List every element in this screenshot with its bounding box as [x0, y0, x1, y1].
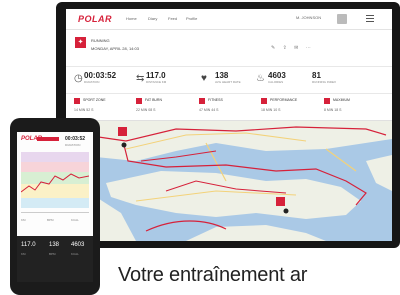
session-header: ✦ RUNNING MONDAY, APRIL 28, 14:03 ✎ ⇪ ✉ … [66, 30, 392, 67]
avatar[interactable] [337, 14, 347, 24]
clock-icon: ◷ [74, 73, 83, 84]
zone-swatch [324, 98, 330, 104]
stat-value: 138 [215, 71, 229, 80]
stat-label: DISTANCE KM [146, 80, 167, 84]
top-nav: POLAR Home Diary Feed Profile M. JOHNSON [66, 9, 392, 30]
phone-main-label: DURATION [65, 143, 81, 147]
stat-value: 4603 [268, 71, 286, 80]
zone-name: MAXIMUM [333, 98, 350, 102]
phone-tab-bar[interactable] [37, 137, 59, 141]
zone-name: FITNESS [208, 98, 223, 102]
phone-label: KM [21, 218, 26, 222]
nav-item-profile[interactable]: Profile [186, 16, 197, 21]
share-tools-icon[interactable]: ✎ ⇪ ✉ ⋯ [271, 45, 314, 51]
phone-dark-label: KM [21, 252, 26, 256]
zone-time: 8 MIN 18 S [324, 108, 342, 112]
zone-time: 22 MIN 08 S [136, 108, 156, 112]
map-pin-icon[interactable] [276, 197, 285, 206]
phone-value: 4603 [71, 242, 85, 248]
heart-icon: ♥ [201, 73, 207, 84]
stat-label: CALORIES [268, 80, 284, 84]
stat-value: 81 [312, 71, 321, 80]
brand-logo[interactable]: POLAR [78, 14, 112, 24]
heart-rate-line [21, 173, 89, 193]
route-end-marker[interactable] [283, 208, 289, 214]
route-start-marker[interactable] [121, 142, 127, 148]
phone-label: BPM [47, 218, 54, 222]
map-pin-icon[interactable] [118, 127, 127, 136]
stat-duration: 00:03:52 DURATION [84, 71, 116, 84]
user-name[interactable]: M. JOHNSON [296, 15, 321, 20]
session-date: MONDAY, APRIL 28, 14:03 [91, 46, 139, 51]
zone-name: PERFORMANCE [270, 98, 298, 102]
nav-item-home[interactable]: Home [126, 16, 137, 21]
zone-swatch [261, 98, 267, 104]
phone-label: KCAL [71, 218, 79, 222]
distance-icon: ⇆ [136, 73, 145, 84]
divider [21, 212, 89, 213]
zone-swatch [136, 98, 142, 104]
stat-label: RUNNING INDEX [312, 80, 337, 84]
phone-screen: POLAR 00:03:52 DURATION KM BPM KCAL 117.… [17, 132, 93, 282]
phone-value: 117.0 [21, 242, 36, 248]
zone-swatch [199, 98, 205, 104]
zone-name: FAT BURN [145, 98, 162, 102]
nav-item-diary[interactable]: Diary [148, 16, 157, 21]
stat-label: DURATION [84, 80, 100, 84]
stat-distance: 117.0 DISTANCE KM [146, 71, 166, 84]
session-title: RUNNING [91, 38, 110, 43]
zone-swatch [74, 98, 80, 104]
phone-dark-label: KCAL [71, 252, 79, 256]
stat-value: 117.0 [146, 71, 166, 80]
phone-summary-panel: 117.0 138 4603 KM BPM KCAL [17, 236, 93, 282]
summary-stats: ◷ 00:03:52 DURATION ⇆ 117.0 DISTANCE KM … [66, 67, 392, 94]
zone-time: 18 MIN 10 S [261, 108, 281, 112]
phone-value: 138 [49, 242, 60, 248]
menu-icon[interactable] [366, 15, 374, 16]
caption-text: Votre entraînement ar [118, 264, 308, 286]
stat-heart-rate: 138 AVG HEART RATE [215, 71, 241, 84]
run-icon: ✦ [75, 37, 86, 48]
zone-time: 14 MIN 52 S [74, 108, 94, 112]
stat-calories: 4603 CALORIES [268, 71, 286, 84]
tablet-screen: POLAR Home Diary Feed Profile M. JOHNSON… [66, 9, 392, 241]
zone-name: SPORT ZONE [83, 98, 106, 102]
fire-icon: ♨ [256, 73, 265, 84]
stat-label: AVG HEART RATE [215, 80, 241, 84]
stat-running-index: 81 RUNNING INDEX [312, 71, 336, 84]
phone-dark-label: BPM [49, 252, 56, 256]
zone-time: 47 MIN 44 S [199, 108, 219, 112]
stat-value: 00:03:52 [84, 71, 117, 80]
route-map[interactable] [66, 121, 392, 241]
phone-main-value: 00:03:52 [65, 136, 86, 142]
nav-item-feed[interactable]: Feed [168, 16, 177, 21]
heart-rate-zones: SPORT ZONE 14 MIN 52 S FAT BURN 22 MIN 0… [66, 94, 392, 121]
